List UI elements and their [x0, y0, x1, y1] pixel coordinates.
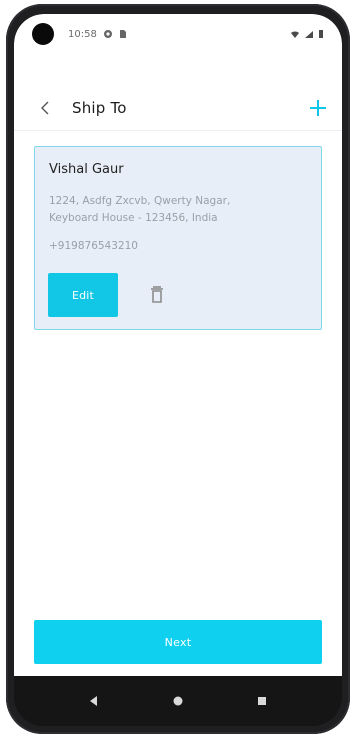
recipient-name: Vishal Gaur: [49, 162, 124, 177]
address-card[interactable]: Vishal Gaur 1224, Asdfg Zxcvb, Qwerty Na…: [34, 146, 322, 330]
recents-square-icon[interactable]: [254, 693, 270, 709]
signal-icon: [305, 30, 313, 38]
status-time: 10:58: [68, 28, 97, 40]
device-frame: 10:58 Ship To Vishal Gaur 1224, Asdfg Zx…: [6, 4, 350, 734]
device-screen-area: 10:58 Ship To Vishal Gaur 1224, Asdfg Zx…: [14, 14, 342, 726]
app-bar-left: Ship To: [38, 99, 127, 117]
status-right: [290, 29, 324, 39]
phone-number: +919876543210: [49, 240, 138, 252]
page-title: Ship To: [72, 99, 127, 117]
add-icon[interactable]: [306, 96, 330, 120]
back-triangle-icon[interactable]: [86, 693, 102, 709]
camera-icon: [32, 23, 54, 45]
trash-icon[interactable]: [148, 285, 166, 305]
back-icon[interactable]: [38, 101, 52, 115]
address-line-2: Keyboard House - 123456, India: [49, 212, 218, 224]
settings-icon: [103, 30, 112, 38]
status-bar: 10:58: [14, 14, 342, 54]
edit-button[interactable]: Edit: [48, 273, 118, 317]
header-divider: [14, 130, 342, 131]
wifi-icon: [291, 31, 299, 38]
bottom-navigation-bar: [14, 676, 342, 726]
status-left: 10:58: [32, 23, 127, 45]
app-bar: Ship To: [14, 86, 342, 130]
next-button[interactable]: Next: [34, 620, 322, 664]
sd-card-icon: [119, 30, 126, 38]
address-line-1: 1224, Asdfg Zxcvb, Qwerty Nagar,: [49, 195, 231, 207]
app-screen: 10:58 Ship To Vishal Gaur 1224, Asdfg Zx…: [14, 14, 342, 676]
home-dot-icon[interactable]: [170, 693, 186, 709]
battery-icon: [319, 30, 323, 38]
